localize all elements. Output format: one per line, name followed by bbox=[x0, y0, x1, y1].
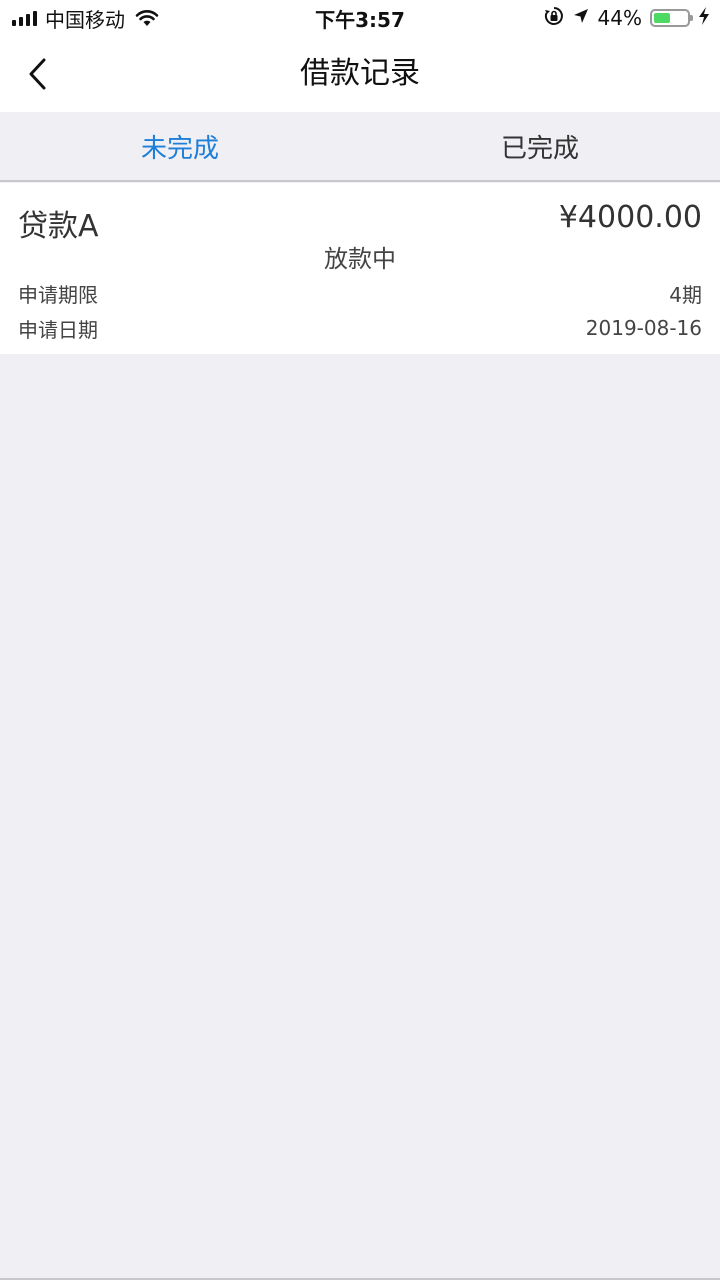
term-row: 申请期限 4期 bbox=[18, 279, 702, 307]
tab-bar: 未完成 已完成 bbox=[0, 112, 720, 182]
location-icon bbox=[572, 7, 590, 29]
status-bar: 中国移动 下午3:57 44% bbox=[0, 0, 720, 36]
nav-bar: 借款记录 bbox=[0, 36, 720, 112]
tab-incomplete[interactable]: 未完成 bbox=[0, 112, 360, 180]
date-row: 申请日期 2019-08-16 bbox=[18, 314, 702, 342]
loan-amount: ¥4000.00 bbox=[558, 200, 702, 235]
term-label: 申请期限 bbox=[18, 282, 98, 307]
loan-status: 放款中 bbox=[324, 245, 396, 273]
date-label: 申请日期 bbox=[18, 317, 98, 342]
back-button[interactable] bbox=[14, 50, 62, 98]
orientation-lock-icon bbox=[544, 6, 564, 30]
battery-level-fill bbox=[654, 13, 670, 23]
chevron-left-icon bbox=[29, 58, 46, 90]
charging-icon bbox=[698, 6, 710, 30]
battery-percent: 44% bbox=[597, 6, 642, 30]
page-title: 借款记录 bbox=[300, 56, 420, 91]
status-bar-right: 44% bbox=[544, 5, 710, 31]
date-value: 2019-08-16 bbox=[585, 316, 702, 340]
tab-completed[interactable]: 已完成 bbox=[360, 112, 720, 180]
loan-record-card[interactable]: 贷款A ¥4000.00 放款中 申请期限 4期 申请日期 2019-08-16 bbox=[0, 183, 720, 354]
term-value: 4期 bbox=[669, 282, 702, 307]
battery-icon bbox=[650, 9, 693, 27]
screen: 中国移动 下午3:57 44% 借款记录 未完成 已完成 贷款A ¥4000.0… bbox=[0, 0, 720, 1280]
